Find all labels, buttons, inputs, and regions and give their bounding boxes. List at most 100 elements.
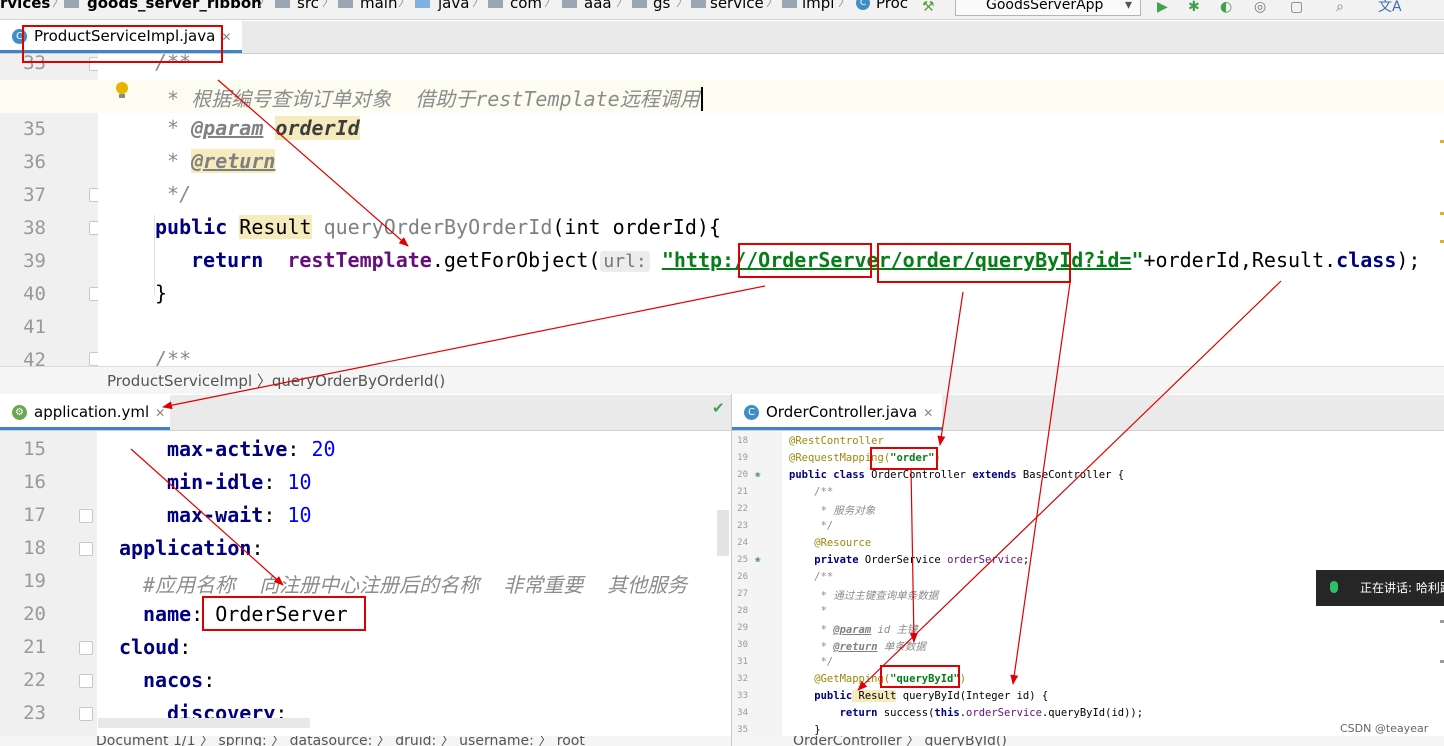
stop-icon[interactable]: ▢	[1290, 0, 1303, 16]
chevron-down-icon: ▾	[1124, 0, 1132, 13]
package-icon	[691, 0, 706, 8]
scrollbar-thumb[interactable]	[717, 510, 729, 556]
editor-breadcrumb-yml[interactable]: Document 1/1 〉 spring: 〉 datasource: 〉 d…	[0, 736, 731, 746]
code-line-40: }	[155, 281, 168, 305]
fold-marker[interactable]	[89, 352, 98, 366]
breadcrumb-item-services[interactable]: rvices	[0, 0, 50, 12]
fold-marker[interactable]	[79, 509, 93, 523]
breadcrumb-item-aaa[interactable]: aaa	[584, 0, 612, 12]
bean-icon[interactable]: ❀	[755, 555, 760, 565]
fold-marker[interactable]	[79, 674, 93, 688]
string-quote: "	[661, 248, 674, 272]
split-divider[interactable]	[731, 394, 732, 746]
line-number: 21	[23, 636, 46, 658]
javadoc-tag: @param	[833, 624, 872, 636]
editor-gutter-yml: 15 16 17 18 19 20 21 22 23	[0, 431, 97, 746]
breadcrumb-separator: 〉	[472, 0, 486, 10]
line-number: 15	[23, 438, 46, 460]
profiler-icon[interactable]: ◎	[1254, 0, 1266, 16]
code-line-34: * 根据编号查询订单对象 借助于restTemplate远程调用	[155, 83, 715, 112]
line-number: 39	[23, 250, 46, 272]
code-line-36: * @return	[155, 149, 276, 173]
call-args: +orderId,Result.	[1143, 248, 1337, 272]
line-number: 37	[23, 184, 46, 206]
debug-icon[interactable]: ✱	[1188, 0, 1200, 16]
editor-gutter-controller: 18 19 20 21 22 23 24 25 26 27 28 29 30 3…	[732, 431, 782, 736]
coverage-icon[interactable]: ◐	[1220, 0, 1232, 16]
annotation-box-request-mapping	[870, 447, 938, 470]
javadoc-param-tag: @param	[191, 116, 264, 140]
breadcrumb-separator: 〉	[258, 0, 272, 10]
breadcrumb-item-com[interactable]: com	[510, 0, 542, 12]
editor-breadcrumb-controller[interactable]: OrderController 〉 queryById()	[731, 736, 1444, 746]
translate-icon[interactable]: 文A	[1378, 0, 1402, 16]
breadcrumb-item-service[interactable]: service	[710, 0, 764, 12]
hammer-icon[interactable]: ⚒	[922, 0, 935, 16]
close-icon[interactable]: ✕	[155, 406, 165, 420]
keyword: private	[789, 554, 859, 566]
fold-marker[interactable]	[89, 287, 98, 301]
breadcrumb-item-class[interactable]: Proc	[876, 0, 908, 12]
yml-key: cloud	[119, 635, 180, 659]
error-stripe-mark[interactable]	[1440, 620, 1444, 623]
close-icon[interactable]: ✕	[923, 406, 933, 420]
ctl-line-35: }	[789, 724, 821, 736]
yml-breadcrumb-text: Document 1/1 〉 spring: 〉 datasource: 〉 d…	[96, 736, 585, 746]
breadcrumb-separator: 〉	[838, 0, 852, 10]
breadcrumb-separator: 〉	[766, 0, 780, 10]
field: orderService	[966, 707, 1042, 719]
breadcrumb-item-src[interactable]: src	[297, 0, 319, 12]
keyword: public	[789, 690, 853, 702]
search-icon[interactable]: ⌕	[1336, 0, 1344, 16]
yml-value: 10	[287, 470, 312, 494]
yml-key: max-wait	[167, 503, 264, 527]
call-rest: .queryById(id));	[1041, 707, 1144, 719]
breadcrumb-item-module[interactable]: goods_server_ribbon	[87, 0, 262, 12]
fold-marker[interactable]	[89, 188, 98, 202]
yml-line-17: max-wait: 10	[167, 503, 312, 527]
breadcrumb-item-main[interactable]: main	[360, 0, 397, 12]
ctl-line-26: /**	[789, 571, 834, 583]
editor-code-yml[interactable]: max-active: 20 min-idle: 10 max-wait: 10…	[97, 431, 731, 736]
line-number: 31	[737, 657, 748, 667]
speech-notification: 正在讲话: 哈利路	[1316, 570, 1444, 606]
editor-code-top[interactable]: /** * 根据编号查询订单对象 借助于restTemplate远程调用 * @…	[98, 54, 1444, 366]
class-icon: C	[744, 405, 759, 420]
line-number: 19	[23, 570, 46, 592]
error-stripe-mark[interactable]	[1440, 240, 1444, 243]
breadcrumb-item-gs[interactable]: gs	[653, 0, 670, 12]
fold-marker[interactable]	[79, 707, 93, 721]
annotation-box-tab	[22, 25, 223, 63]
fold-marker[interactable]	[89, 221, 98, 235]
yml-colon: :	[251, 536, 264, 560]
yml-value: 20	[311, 437, 336, 461]
line-number: 21	[737, 487, 748, 497]
editor-breadcrumb-top[interactable]: ProductServiceImpl 〉queryOrderByOrderId(…	[0, 366, 1444, 394]
error-stripe-mark[interactable]	[1440, 212, 1444, 215]
code-line-37: */	[155, 182, 192, 206]
tab-ordercontroller[interactable]: C OrderController.java ✕	[732, 395, 942, 430]
folder-icon	[338, 0, 353, 8]
navigation-bar: rvices 〉 goods_server_ribbon 〉 src 〉 mai…	[0, 0, 1444, 20]
line-number: 35	[23, 118, 46, 140]
run-icon[interactable]: ▶	[1157, 0, 1168, 16]
breadcrumb-separator: 〉	[544, 0, 558, 10]
class-icon: C	[856, 0, 870, 10]
comment-star: *	[789, 641, 834, 653]
tab-application-yml[interactable]: ⚙ application.yml ✕	[0, 395, 170, 430]
ctl-line-21: /**	[789, 486, 834, 498]
line-number: 38	[23, 217, 46, 239]
horizontal-scrollbar-thumb[interactable]	[98, 718, 310, 728]
bean-icon[interactable]: ❀	[755, 470, 760, 480]
folder-icon	[275, 0, 290, 8]
error-stripe-mark[interactable]	[1440, 140, 1444, 143]
breadcrumb-item-java[interactable]: java	[438, 0, 469, 12]
run-configuration-select[interactable]: GoodsServerApp ▾	[955, 0, 1141, 16]
error-stripe-mark[interactable]	[1440, 660, 1444, 663]
line-number: 30	[737, 640, 748, 650]
breadcrumb-item-impl[interactable]: impl	[802, 0, 834, 12]
fold-marker[interactable]	[79, 641, 93, 655]
fold-marker[interactable]	[79, 542, 93, 556]
ctl-line-29: * @param id 主键	[789, 622, 918, 637]
yml-key: max-active	[167, 437, 288, 461]
